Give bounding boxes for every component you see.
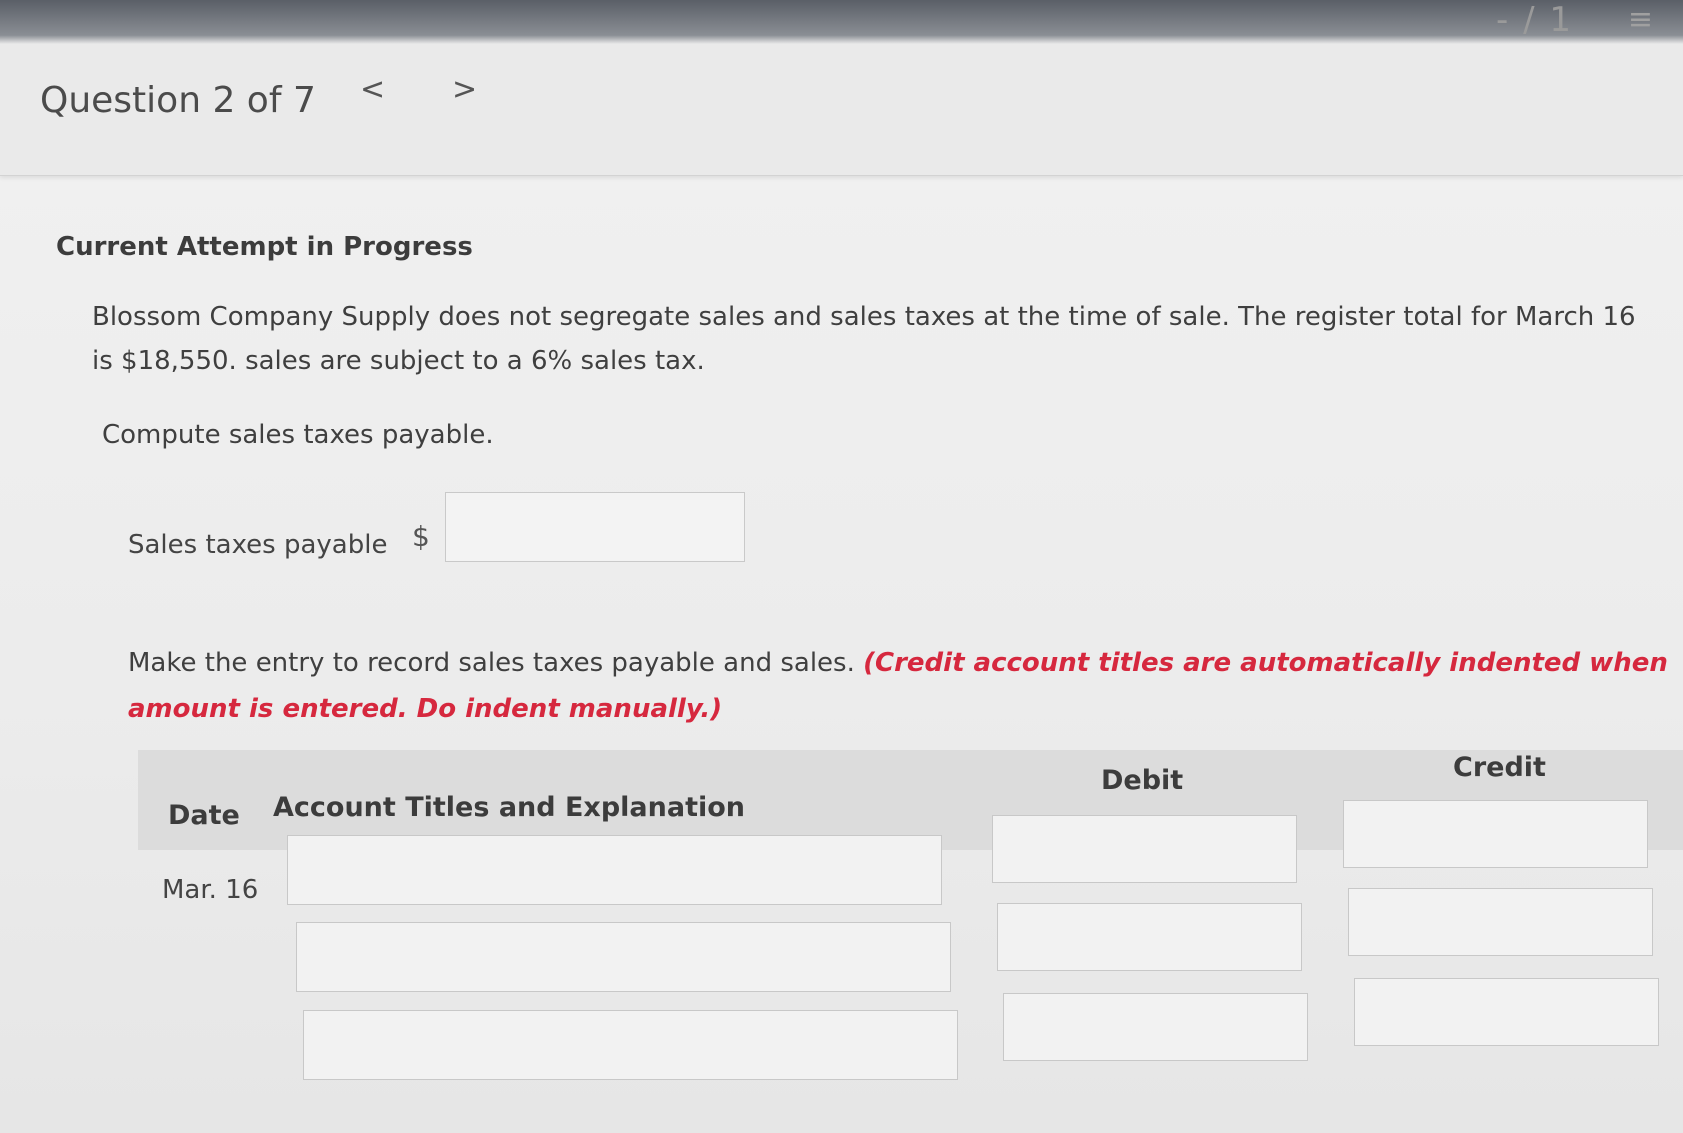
credit-input-2[interactable] [1348,888,1653,956]
header-debit: Debit [1101,765,1184,796]
account-title-input-3[interactable] [303,1010,958,1080]
entry-instruction: Make the entry to record sales taxes pay… [128,640,1668,732]
list-icon[interactable]: ≡ [1628,2,1653,37]
question-title: Question 2 of 7 [40,80,316,121]
screen: - / 1 ≡ Question 2 of 7 < > Current Atte… [0,0,1683,1133]
problem-statement: Blossom Company Supply does not segregat… [92,302,1636,376]
next-question-button[interactable]: > [452,72,477,107]
top-bar: - / 1 ≡ Question 2 of 7 < > [0,0,1683,176]
header-account-titles: Account Titles and Explanation [273,792,746,823]
entry-date: Mar. 16 [162,875,259,905]
account-title-input-1[interactable] [287,835,942,905]
header-credit: Credit [1453,752,1546,783]
compute-instruction: Compute sales taxes payable. [102,420,494,450]
header-date: Date [168,800,240,831]
screen-edge-shadow [0,0,1683,44]
attempt-heading: Current Attempt in Progress [56,232,473,262]
credit-input-1[interactable] [1343,800,1648,868]
debit-input-3[interactable] [1003,993,1308,1061]
account-title-input-2[interactable] [296,922,951,992]
dollar-sign: $ [412,520,430,553]
sales-taxes-payable-label: Sales taxes payable [128,530,388,560]
entry-instruction-text: Make the entry to record sales taxes pay… [128,648,855,678]
debit-input-1[interactable] [992,815,1297,883]
debit-input-2[interactable] [997,903,1302,971]
sales-taxes-payable-input[interactable] [445,492,745,562]
previous-question-button[interactable]: < [360,72,385,107]
page-counter: - / 1 [1496,0,1573,40]
credit-input-3[interactable] [1354,978,1659,1046]
